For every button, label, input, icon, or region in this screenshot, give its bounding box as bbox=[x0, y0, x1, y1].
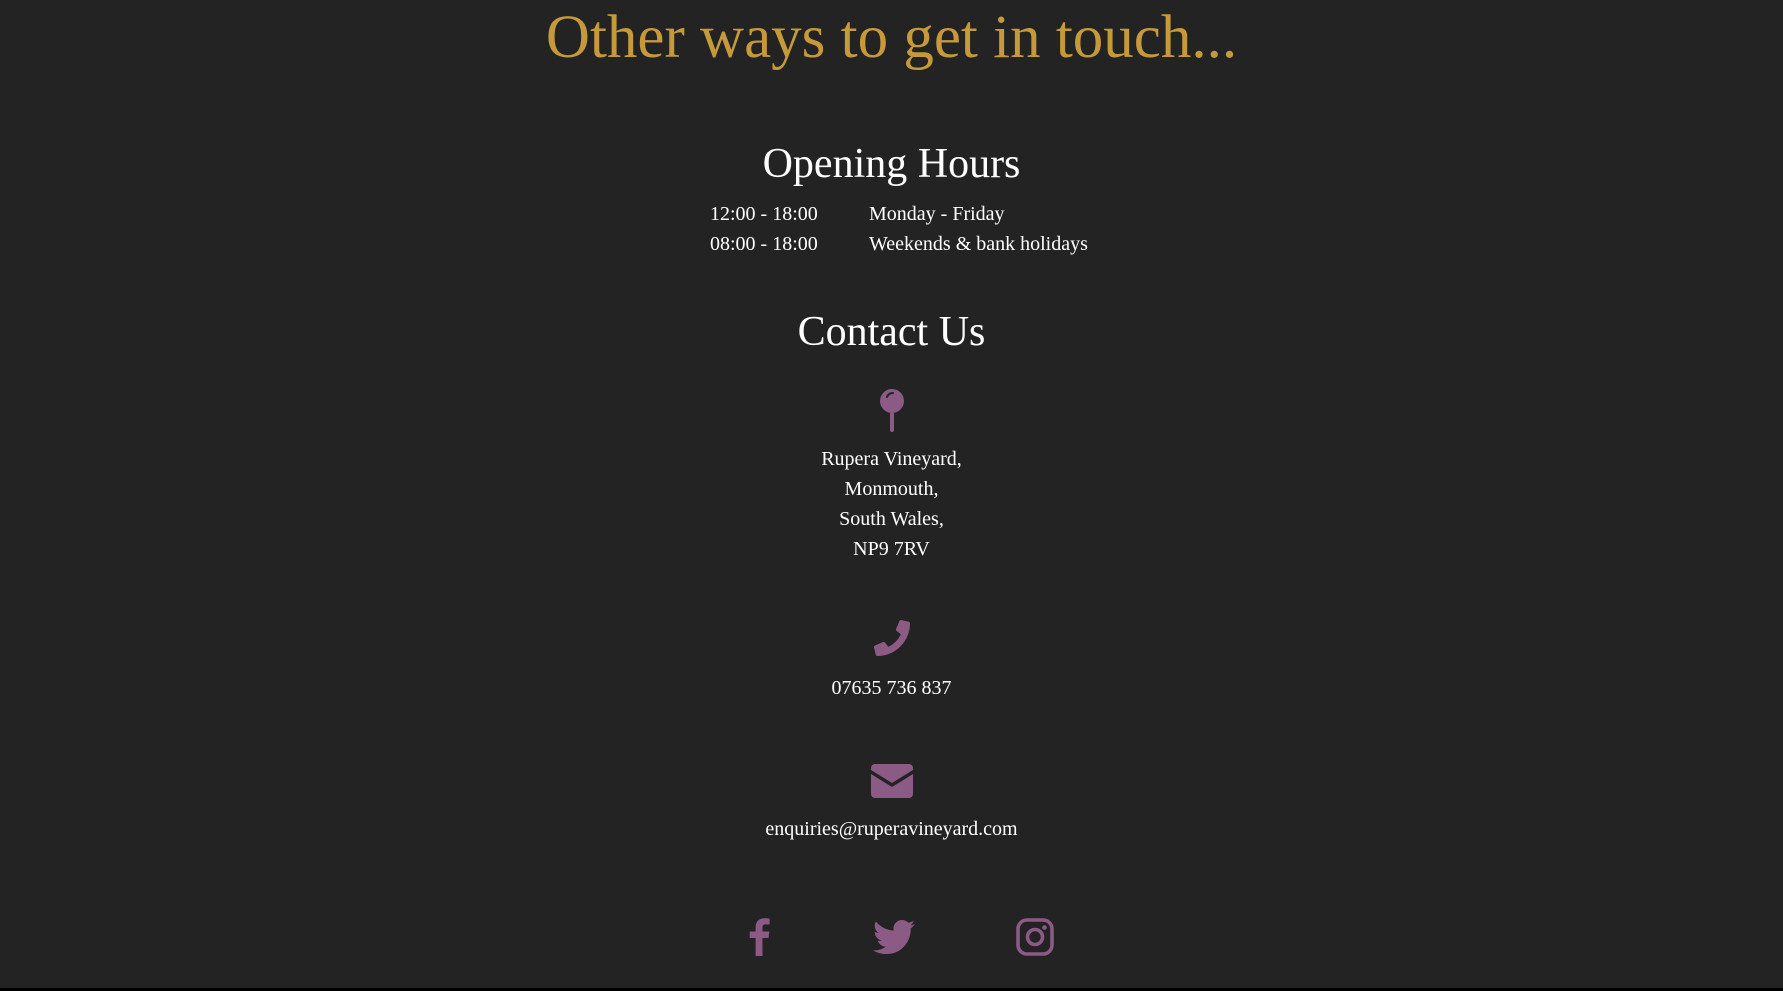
opening-hours-table: 12:00 - 18:00 Monday - Friday 08:00 - 18… bbox=[710, 199, 1110, 259]
instagram-link[interactable] bbox=[1014, 916, 1056, 958]
opening-hours-heading: Opening Hours bbox=[762, 141, 1021, 187]
contact-us-heading: Contact Us bbox=[797, 309, 986, 355]
twitter-icon bbox=[873, 919, 915, 955]
contact-section: Other ways to get in touch... Opening Ho… bbox=[0, 0, 1783, 988]
phone-number[interactable]: 07635 736 837 bbox=[0, 673, 1783, 703]
hours-row: 08:00 - 18:00 Weekends & bank holidays bbox=[710, 229, 1110, 259]
hours-days: Weekends & bank holidays bbox=[869, 233, 1088, 255]
hours-time: 12:00 - 18:00 bbox=[710, 203, 818, 225]
hours-time: 08:00 - 18:00 bbox=[710, 233, 818, 255]
email-link[interactable]: enquiries@ruperavineyard.com bbox=[765, 818, 1017, 840]
address-line: NP9 7RV bbox=[853, 538, 930, 560]
email-address[interactable]: enquiries@ruperavineyard.com bbox=[0, 814, 1783, 844]
page-title: Other ways to get in touch... bbox=[545, 4, 1238, 71]
address-line: Rupera Vineyard, bbox=[821, 448, 962, 470]
address-block: Rupera Vineyard, Monmouth, South Wales, … bbox=[0, 444, 1783, 564]
hours-days: Monday - Friday bbox=[869, 203, 1005, 225]
instagram-icon bbox=[1016, 918, 1054, 956]
map-pin-icon bbox=[879, 389, 904, 432]
address-line: South Wales, bbox=[839, 508, 944, 530]
facebook-link[interactable] bbox=[739, 916, 781, 958]
facebook-icon bbox=[749, 918, 770, 956]
hours-row: 12:00 - 18:00 Monday - Friday bbox=[710, 199, 1110, 229]
twitter-link[interactable] bbox=[873, 916, 915, 958]
phone-icon bbox=[873, 620, 910, 656]
envelope-icon bbox=[870, 764, 913, 798]
address-line: Monmouth, bbox=[844, 478, 939, 500]
